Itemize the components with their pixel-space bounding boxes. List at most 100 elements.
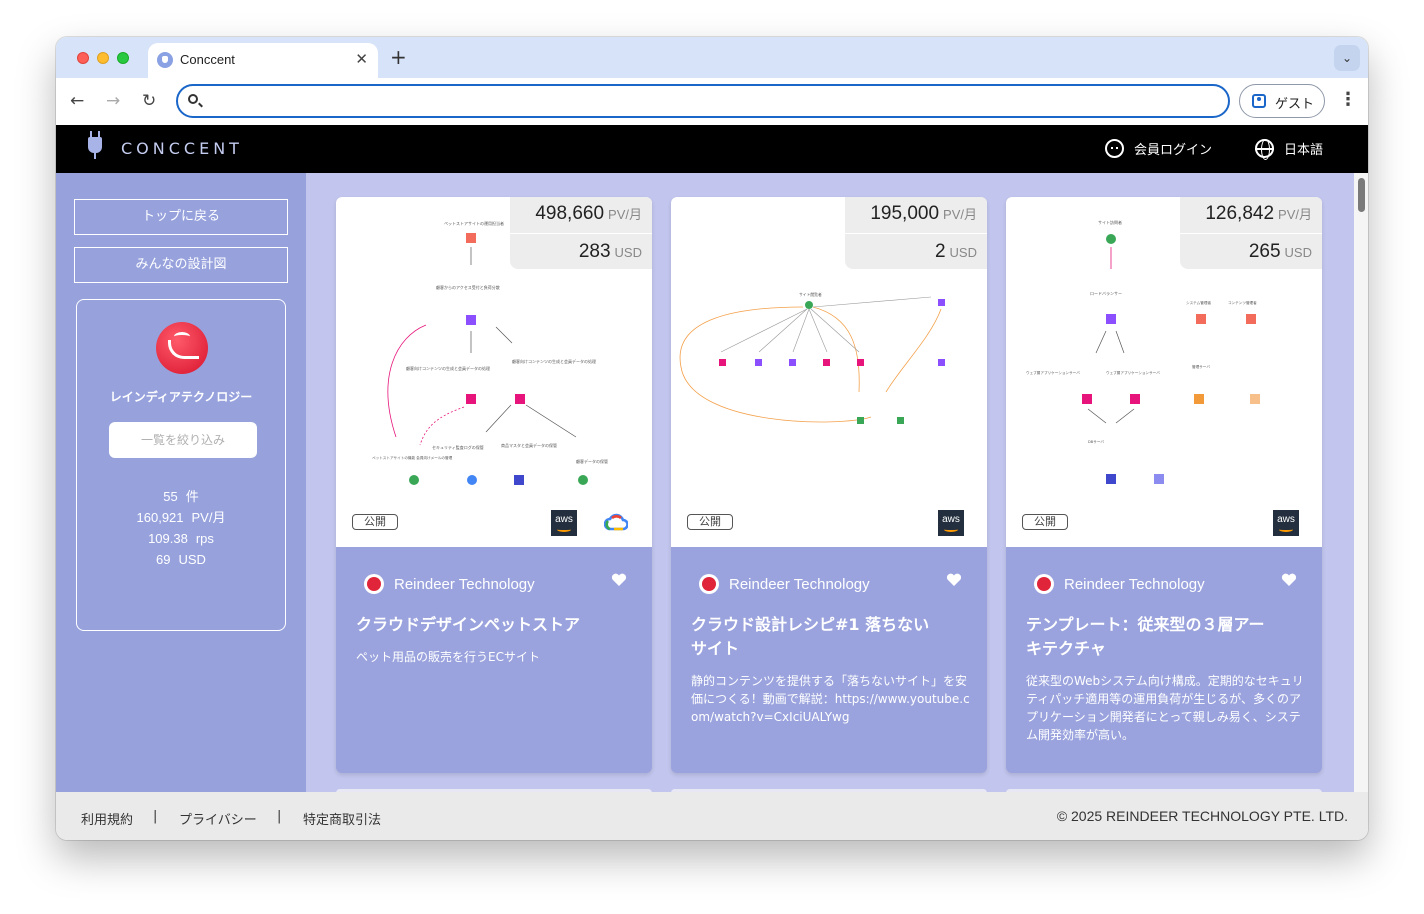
terms-link[interactable]: 利用規約: [81, 809, 133, 828]
favorite-heart-icon[interactable]: [611, 573, 627, 587]
card-preview[interactable]: サイト訪問者 ロードバランサー システム管理者 コンテンツ管理者 ウェブ層アプリ…: [1006, 197, 1322, 547]
minimize-window-button[interactable]: [97, 52, 109, 64]
cost-metric: 2 USD: [934, 241, 977, 262]
card-title[interactable]: テンプレート：従来型の３層アーキテクチャ: [1026, 613, 1276, 661]
card-preview[interactable]: サイト閲覧者 195,000 PV/月 2 USD 公開 aws: [671, 197, 987, 547]
sidebar: トップに戻る みんなの設計図 レインディアテクノロジー 一覧を絞り込み 55 件 …: [56, 173, 306, 792]
close-window-button[interactable]: [77, 52, 89, 64]
svg-text:セキュリティ監査ログの保管: セキュリティ監査ログの保管: [432, 444, 484, 450]
search-icon: [188, 94, 198, 104]
stat-pv: 160,921 PV/月: [136, 510, 226, 525]
author-name[interactable]: Reindeer Technology: [1064, 576, 1205, 593]
close-tab-icon[interactable]: ✕: [355, 50, 368, 68]
language-selector[interactable]: 日本語: [1284, 139, 1323, 158]
globe-icon: [1255, 139, 1274, 160]
pv-metric: 126,842 PV/月: [1205, 203, 1312, 224]
svg-text:商品マスタと会員データの保管: 商品マスタと会員データの保管: [501, 442, 557, 448]
address-input[interactable]: [212, 90, 1212, 112]
card-description: 従来型のWebシステム向け構成。定期的なセキュリティパッチ適用等の運用負荷が生じ…: [1026, 674, 1304, 742]
svg-text:コンテンツ管理者: コンテンツ管理者: [1228, 300, 1257, 305]
guest-profile-button[interactable]: ゲスト: [1239, 84, 1325, 118]
footer-separator: |: [153, 809, 158, 824]
visibility-badge: 公開: [1022, 514, 1068, 530]
profile-icon: [1252, 94, 1266, 108]
browser-tab[interactable]: Conccent ✕: [148, 43, 378, 78]
browser-window: Conccent ✕ + ⌄ ← → ↻ ゲスト ⋮ CONCCENT 会員ログ…: [56, 37, 1368, 840]
browser-menu-button[interactable]: ⋮: [1339, 89, 1357, 110]
privacy-link[interactable]: プライバシー: [179, 809, 257, 828]
filter-list-button[interactable]: 一覧を絞り込み: [109, 422, 257, 458]
browser-toolbar: ← → ↻ ゲスト ⋮: [56, 78, 1368, 125]
member-face-icon: [1105, 139, 1124, 158]
svg-text:ペットストアサイトの機能 会員向けメールの管理: ペットストアサイトの機能 会員向けメールの管理: [372, 455, 453, 460]
design-card[interactable]: サイト閲覧者 195,000 PV/月 2 USD 公開 aws Reindee…: [671, 197, 987, 773]
aws-icon: aws: [1273, 510, 1299, 536]
new-tab-button[interactable]: +: [390, 45, 407, 69]
favorite-heart-icon[interactable]: [946, 573, 962, 587]
visibility-badge: 公開: [352, 514, 398, 530]
reindeer-logo-icon: [156, 322, 208, 374]
metrics-panel: 195,000 PV/月 2 USD: [845, 197, 987, 269]
footer-separator: |: [277, 809, 282, 824]
plug-logo-icon[interactable]: [88, 131, 102, 159]
conccent-favicon-icon: [157, 52, 173, 68]
svg-text:管理サーバ: 管理サーバ: [1192, 364, 1210, 369]
diagram-label: ペットストアサイトの運用担当者: [444, 220, 504, 226]
visibility-badge: 公開: [687, 514, 733, 530]
author-avatar[interactable]: [699, 574, 719, 594]
svg-text:ウェブ層アプリケーションサーバ: ウェブ層アプリケーションサーバ: [1026, 370, 1080, 375]
author-avatar[interactable]: [1034, 574, 1054, 594]
tab-search-button[interactable]: ⌄: [1334, 45, 1360, 71]
svg-text:DBサーバ: DBサーバ: [1088, 439, 1104, 444]
stat-count: 55 件: [163, 489, 199, 504]
pv-metric: 498,660 PV/月: [535, 203, 642, 224]
metrics-panel: 498,660 PV/月 283 USD: [510, 197, 652, 269]
card-description: ペット用品の販売を行うECサイト: [356, 650, 540, 664]
stat-usd: 69 USD: [156, 552, 206, 567]
back-button[interactable]: ←: [70, 91, 84, 111]
cost-metric: 283 USD: [578, 241, 642, 262]
author-name[interactable]: Reindeer Technology: [729, 576, 870, 593]
favorite-heart-icon[interactable]: [1281, 573, 1297, 587]
design-grid: ペットストアサイトの運用担当者 顧客からのアクセス受付と負荷分散 顧客向けコンテ…: [306, 173, 1368, 792]
pv-metric: 195,000 PV/月: [870, 203, 977, 224]
copyright-text: © 2025 REINDEER TECHNOLOGY PTE. LTD.: [1056, 808, 1348, 824]
aws-icon: aws: [551, 510, 577, 536]
community-designs-button[interactable]: みんなの設計図: [74, 247, 288, 283]
svg-text:サイト訪問者: サイト訪問者: [1098, 219, 1122, 225]
card-preview[interactable]: ペットストアサイトの運用担当者 顧客からのアクセス受付と負荷分散 顧客向けコンテ…: [336, 197, 652, 547]
svg-text:サイト閲覧者: サイト閲覧者: [799, 292, 822, 297]
company-profile-card: レインディアテクノロジー 一覧を絞り込み 55 件 160,921 PV/月 109…: [76, 299, 286, 631]
scrollbar-thumb[interactable]: [1358, 178, 1365, 212]
maximize-window-button[interactable]: [117, 52, 129, 64]
design-card[interactable]: ペットストアサイトの運用担当者 顧客からのアクセス受付と負荷分散 顧客向けコンテ…: [336, 197, 652, 773]
site-logo[interactable]: CONCCENT: [121, 139, 243, 158]
card-description: 静的コンテンツを提供する「落ちないサイト」を安価につくる！動画で解説：https…: [691, 674, 970, 724]
svg-text:ウェブ層アプリケーションサーバ: ウェブ層アプリケーションサーバ: [1106, 370, 1160, 375]
site-footer: 利用規約 | プライバシー | 特定商取引法 © 2025 REINDEER T…: [56, 792, 1368, 840]
address-bar[interactable]: [176, 84, 1230, 118]
design-card[interactable]: サイト訪問者 ロードバランサー システム管理者 コンテンツ管理者 ウェブ層アプリ…: [1006, 197, 1322, 773]
google-cloud-icon: [604, 513, 628, 531]
company-name: レインディアテクノロジー: [109, 390, 253, 404]
commerce-law-link[interactable]: 特定商取引法: [303, 809, 381, 828]
author-name[interactable]: Reindeer Technology: [394, 576, 535, 593]
forward-button[interactable]: →: [106, 91, 120, 111]
guest-label: ゲスト: [1275, 97, 1315, 112]
tab-strip: Conccent ✕ + ⌄: [56, 37, 1368, 78]
scrollbar-track[interactable]: [1354, 173, 1368, 792]
card-title[interactable]: クラウドデザインペットストア: [356, 613, 606, 637]
author-avatar[interactable]: [364, 574, 384, 594]
stats-list: 55 件 160,921 PV/月 109.38 rps 69 USD: [77, 486, 285, 570]
card-title[interactable]: クラウド設計レシピ#1 落ちないサイト: [691, 613, 941, 661]
site-header: CONCCENT 会員ログイン 日本語: [56, 125, 1368, 173]
member-login-link[interactable]: 会員ログイン: [1134, 139, 1212, 158]
cost-metric: 265 USD: [1248, 241, 1312, 262]
svg-text:システム管理者: システム管理者: [1186, 300, 1211, 305]
tab-title: Conccent: [180, 52, 235, 67]
reload-button[interactable]: ↻: [142, 91, 156, 111]
svg-text:顧客からのアクセス受付と負荷分散: 顧客からのアクセス受付と負荷分散: [436, 284, 500, 290]
back-to-top-button[interactable]: トップに戻る: [74, 199, 288, 235]
metrics-panel: 126,842 PV/月 265 USD: [1180, 197, 1322, 269]
svg-text:顧客データの保管: 顧客データの保管: [576, 458, 608, 464]
